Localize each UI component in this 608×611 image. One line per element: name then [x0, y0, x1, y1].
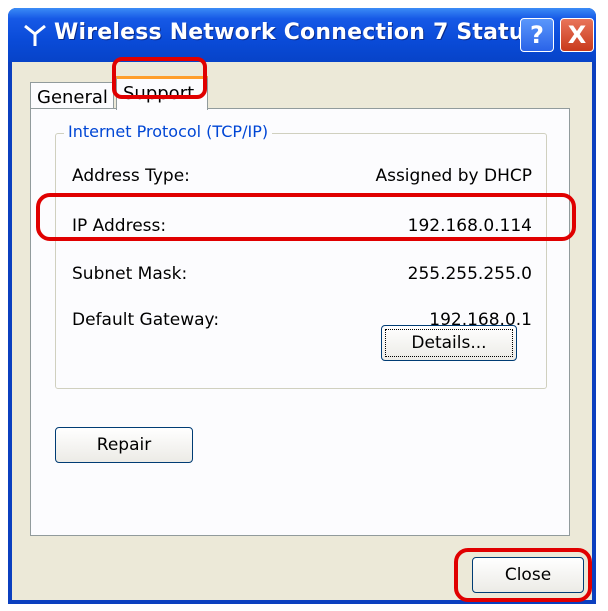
- title-bar[interactable]: Wireless Network Connection 7 Status ? X: [8, 8, 596, 62]
- wireless-antenna-icon: [24, 24, 46, 46]
- close-icon: X: [567, 21, 587, 49]
- tab-general[interactable]: General: [30, 82, 114, 110]
- window-close-button[interactable]: X: [560, 18, 594, 52]
- window-title: Wireless Network Connection 7 Status: [54, 20, 539, 45]
- repair-button[interactable]: Repair: [55, 427, 193, 463]
- subnet-mask-label: Subnet Mask:: [72, 264, 188, 284]
- address-type-row: Address Type: Assigned by DHCP: [72, 166, 532, 192]
- tab-panel-support: Internet Protocol (TCP/IP) Address Type:…: [30, 108, 570, 536]
- address-type-value: Assigned by DHCP: [375, 166, 532, 186]
- default-gateway-label: Default Gateway:: [72, 310, 220, 330]
- ip-address-label: IP Address:: [72, 216, 167, 236]
- dialog-body: General Internet Protocol (TCP/IP) Addre…: [12, 62, 592, 600]
- ip-address-row: IP Address: 192.168.0.114: [72, 216, 532, 242]
- address-type-label: Address Type:: [72, 166, 190, 186]
- ip-address-value: 192.168.0.114: [407, 216, 532, 236]
- details-button[interactable]: Details...: [381, 325, 517, 361]
- group-legend: Internet Protocol (TCP/IP): [64, 122, 273, 141]
- subnet-mask-row: Subnet Mask: 255.255.255.0: [72, 264, 532, 290]
- help-button[interactable]: ?: [520, 18, 554, 52]
- status-dialog: Wireless Network Connection 7 Status ? X…: [8, 8, 596, 604]
- subnet-mask-value: 255.255.255.0: [407, 264, 532, 284]
- tab-support[interactable]: Support: [116, 76, 208, 110]
- help-icon: ?: [530, 21, 544, 49]
- close-button[interactable]: Close: [472, 557, 584, 593]
